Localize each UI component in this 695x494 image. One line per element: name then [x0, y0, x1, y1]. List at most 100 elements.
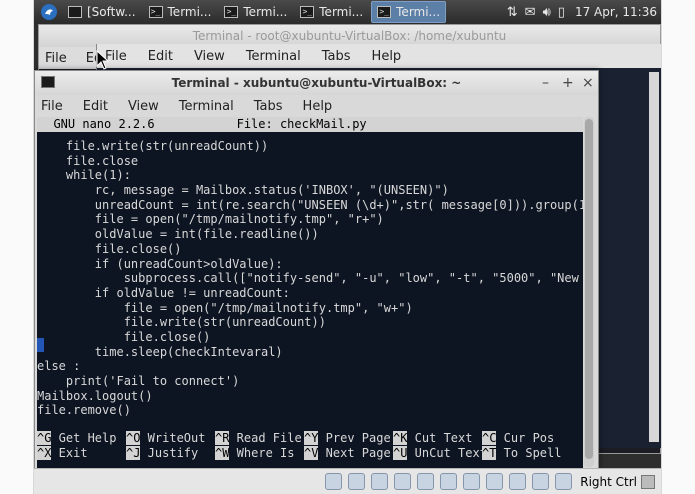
- code-line[interactable]: file.close: [37, 154, 583, 169]
- shortcut-key: ^O: [126, 431, 141, 445]
- code-line[interactable]: file = open("/tmp/mailnotify.tmp", "w+"): [37, 301, 583, 316]
- menu-file[interactable]: File: [41, 99, 63, 114]
- title-bar[interactable]: Terminal - xubuntu@xubuntu-VirtualBox: ~…: [35, 71, 598, 95]
- nano-shortcut: ^K Cut Text: [393, 431, 482, 446]
- menu-bar: File Edit View Terminal Tabs Help: [35, 95, 598, 117]
- code-buffer[interactable]: file.write(str(unreadCount)) file.close …: [37, 139, 583, 418]
- shortcut-label: Justify: [140, 446, 199, 460]
- menu-terminal[interactable]: Terminal: [246, 49, 301, 64]
- code-line[interactable]: time.sleep(checkIntevaral): [37, 345, 583, 360]
- nano-shortcut: ^J Justify: [126, 446, 215, 461]
- taskbar-item-software[interactable]: [Softw...: [63, 1, 141, 23]
- menu-tabs[interactable]: Tabs: [254, 99, 283, 114]
- code-line[interactable]: Mailbox.logout(): [37, 389, 583, 404]
- usb-icon[interactable]: [417, 473, 435, 490]
- shortcut-key: ^R: [215, 431, 230, 445]
- taskbar-item-label: Termi...: [319, 5, 364, 19]
- nano-shortcut-bar: ^G Get Help ^O WriteOut ^R Read File ^Y Pre…: [37, 431, 583, 461]
- taskbar-item-label: [Softw...: [87, 5, 136, 19]
- page-left-margin: [0, 0, 34, 494]
- battery-icon[interactable]: ▯: [558, 5, 565, 20]
- page-right-margin: [661, 0, 695, 494]
- code-line[interactable]: file.close(): [37, 330, 583, 345]
- code-line[interactable]: file.close(): [37, 242, 583, 257]
- scrollbar-thumb[interactable]: [585, 119, 593, 459]
- shortcut-label: Get Help: [51, 431, 117, 445]
- shortcut-key: ^K: [393, 431, 408, 445]
- maximize-icon[interactable]: +: [562, 71, 574, 95]
- mail-icon[interactable]: ✉: [525, 5, 536, 20]
- video-capture-icon[interactable]: [486, 473, 504, 490]
- scrollbar[interactable]: [584, 117, 594, 467]
- terminal-icon: >_: [148, 6, 163, 18]
- shortcut-label: Cut Text: [407, 431, 473, 445]
- close-icon[interactable]: ×: [582, 71, 594, 95]
- nano-shortcut: ^W Where Is: [215, 446, 304, 461]
- display-icon[interactable]: [463, 473, 481, 490]
- code-line[interactable]: if oldValue != unreadCount:: [37, 286, 583, 301]
- shortcut-label: Prev Page: [318, 431, 391, 445]
- code-line[interactable]: unreadCount = int(re.search("UNSEEN (\d+…: [37, 198, 583, 213]
- shortcut-row: ^X Exit ^J Justify ^W Where Is ^V Next Page…: [37, 446, 583, 461]
- taskbar-item-terminal-1[interactable]: >_ Termi...: [144, 1, 217, 23]
- shortcut-label: Exit: [51, 446, 88, 460]
- code-line[interactable]: file.write(str(unreadCount)): [37, 315, 583, 330]
- mouse-integration-icon[interactable]: [532, 473, 550, 490]
- nano-shortcut: ^U UnCut Text: [393, 446, 482, 461]
- menu-bar: File Edit View Terminal Tabs Help: [97, 44, 661, 68]
- code-line[interactable]: if (unreadCount>oldValue):: [37, 257, 583, 272]
- code-line[interactable]: file = open("/tmp/mailnotify.tmp", "r+"): [37, 212, 583, 227]
- nano-editor[interactable]: GNU nano 2.2.6 File: checkMail.py file.wr…: [37, 117, 583, 469]
- menu-edit[interactable]: Edit: [148, 49, 173, 64]
- shortcut-label: WriteOut: [140, 431, 206, 445]
- nano-shortcut: ^C Cur Pos: [482, 431, 571, 446]
- virtualbox-statusbar: Right Ctrl: [34, 468, 661, 494]
- minimize-icon[interactable]: –: [542, 71, 549, 95]
- host-key-label: Right Ctrl: [580, 474, 637, 489]
- shortcut-label: To Spell: [496, 446, 562, 460]
- menu-terminal[interactable]: Terminal: [179, 99, 234, 114]
- menu-help[interactable]: Help: [372, 49, 402, 64]
- menu-view[interactable]: View: [128, 99, 159, 114]
- code-line[interactable]: print('Fail to connect'): [37, 374, 583, 389]
- code-line[interactable]: rc, message = Mailbox.status('INBOX', "(…: [37, 183, 583, 198]
- menu-edit[interactable]: Edit: [83, 99, 108, 114]
- virtualbox-screen: [Softw... >_ Termi... >_ Termi... >_ Ter…: [34, 0, 661, 494]
- menu-file[interactable]: File: [45, 51, 67, 66]
- hard-disk-icon[interactable]: [325, 473, 343, 490]
- xubuntu-menu-icon[interactable]: [38, 1, 60, 23]
- code-line[interactable]: while(1):: [37, 168, 583, 183]
- shortcut-key: ^J: [126, 446, 141, 460]
- xfce-top-panel: [Softw... >_ Termi... >_ Termi... >_ Ter…: [34, 0, 661, 24]
- network-adapter-icon[interactable]: [394, 473, 412, 490]
- audio-icon[interactable]: [371, 473, 389, 490]
- clock[interactable]: 17 Apr, 11:36: [575, 5, 657, 19]
- nano-shortcut: ^G Get Help: [37, 431, 126, 446]
- shortcut-key: ^U: [393, 446, 408, 460]
- shared-folders-icon[interactable]: [440, 473, 458, 490]
- scrollbar[interactable]: [649, 72, 659, 442]
- virtualization-icon[interactable]: [509, 473, 527, 490]
- volume-icon[interactable]: 🔊︎: [543, 5, 551, 20]
- taskbar-item-terminal-3[interactable]: >_ Termi...: [295, 1, 368, 23]
- shortcut-key: ^T: [482, 446, 497, 460]
- keyboard-capture-icon[interactable]: [555, 473, 573, 490]
- taskbar-item-terminal-4[interactable]: >_ Termi...: [371, 1, 447, 23]
- menu-help[interactable]: Help: [303, 99, 333, 114]
- menu-view[interactable]: View: [194, 49, 225, 64]
- taskbar-item-terminal-2[interactable]: >_ Termi...: [219, 1, 292, 23]
- shortcut-label: UnCut Text: [407, 446, 482, 460]
- nano-shortcut: ^O WriteOut: [126, 431, 215, 446]
- code-line[interactable]: else :: [37, 359, 583, 374]
- code-line[interactable]: file.remove(): [37, 403, 583, 418]
- nano-shortcut: ^R Read File: [215, 431, 304, 446]
- optical-drive-icon[interactable]: [348, 473, 366, 490]
- code-line[interactable]: oldValue = int(file.readline()): [37, 227, 583, 242]
- code-line[interactable]: file.write(str(unreadCount)): [37, 139, 583, 154]
- shortcut-key: ^Y: [304, 431, 319, 445]
- network-icon[interactable]: ⇅: [507, 5, 518, 20]
- menu-tabs[interactable]: Tabs: [322, 49, 351, 64]
- nano-shortcut: ^Y Prev Page: [304, 431, 393, 446]
- code-line[interactable]: subprocess.call(["notify-send", "-u", "l…: [37, 271, 583, 286]
- front-terminal-window: Terminal - xubuntu@xubuntu-VirtualBox: ~…: [34, 70, 599, 470]
